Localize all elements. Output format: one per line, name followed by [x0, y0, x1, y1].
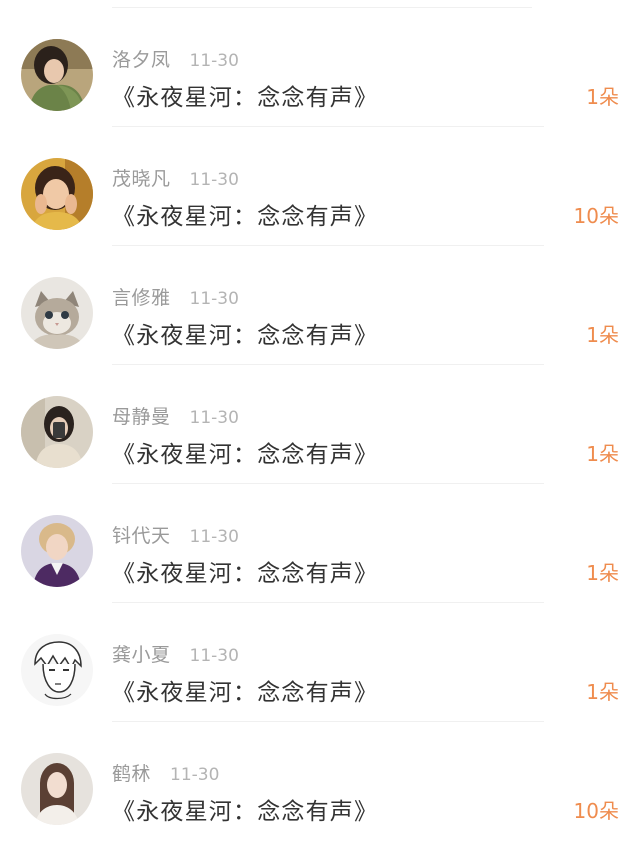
work-title[interactable]: 《永夜星河：念念有声》	[112, 316, 378, 350]
list-item[interactable]: 钭代天 11-30 《永夜星河：念念有声》 1朵	[0, 484, 640, 603]
avatar[interactable]	[21, 634, 93, 706]
list-item[interactable]: 母静曼 11-30 《永夜星河：念念有声》 1朵	[0, 365, 640, 484]
flower-count: 1朵	[586, 561, 619, 585]
work-title[interactable]: 《永夜星河：念念有声》	[112, 78, 378, 112]
timestamp: 11-30	[189, 646, 239, 666]
item-meta: 母静曼 11-30	[112, 402, 239, 428]
list-item[interactable]: 言修雅 11-30 《永夜星河：念念有声》 1朵	[0, 246, 640, 365]
flower-count: 10朵	[573, 799, 619, 823]
avatar[interactable]	[21, 158, 93, 230]
user-name[interactable]: 茂晓凡	[112, 164, 171, 191]
flower-count: 1朵	[586, 85, 619, 109]
work-title[interactable]: 《永夜星河：念念有声》	[112, 435, 378, 469]
timestamp: 11-30	[170, 765, 220, 785]
timestamp: 11-30	[189, 289, 239, 309]
avatar-woman-long-hair-icon	[21, 753, 93, 825]
work-title[interactable]: 《永夜星河：念念有声》	[112, 197, 378, 231]
timestamp: 11-30	[189, 51, 239, 71]
user-name[interactable]: 钭代天	[112, 521, 171, 548]
avatar-woman-yellow-top-icon	[21, 158, 93, 230]
avatar[interactable]	[21, 753, 93, 825]
work-title[interactable]: 《永夜星河：念念有声》	[112, 554, 378, 588]
work-title[interactable]: 《永夜星河：念念有声》	[112, 673, 378, 707]
item-meta: 言修雅 11-30	[112, 283, 239, 309]
user-name[interactable]: 龚小夏	[112, 640, 171, 667]
timestamp: 11-30	[189, 408, 239, 428]
avatar[interactable]	[21, 515, 93, 587]
user-name[interactable]: 言修雅	[112, 283, 171, 310]
item-meta: 洛夕凤 11-30	[112, 45, 239, 71]
item-meta: 鹤秫 11-30	[112, 759, 219, 785]
user-name[interactable]: 鹤秫	[112, 759, 151, 786]
item-meta: 龚小夏 11-30	[112, 640, 239, 666]
avatar[interactable]	[21, 39, 93, 111]
flower-count: 1朵	[586, 680, 619, 704]
user-name[interactable]: 洛夕凤	[112, 45, 171, 72]
avatar[interactable]	[21, 396, 93, 468]
avatar-blond-man-icon	[21, 515, 93, 587]
avatar-woman-green-dress-icon	[21, 39, 93, 111]
user-name[interactable]: 母静曼	[112, 402, 171, 429]
timestamp: 11-30	[189, 527, 239, 547]
work-title[interactable]: 《永夜星河：念念有声》	[112, 792, 378, 826]
flower-count: 1朵	[586, 442, 619, 466]
item-meta: 钭代天 11-30	[112, 521, 239, 547]
list-item[interactable]: 洛夕凤 11-30 《永夜星河：念念有声》 1朵	[0, 8, 640, 127]
avatar-girl-selfie-icon	[21, 396, 93, 468]
avatar-kitten-icon	[21, 277, 93, 349]
timestamp: 11-30	[189, 170, 239, 190]
flower-count: 10朵	[573, 204, 619, 228]
list-item[interactable]: 茂晓凡 11-30 《永夜星河：念念有声》 10朵	[0, 127, 640, 246]
avatar-manga-sketch-icon	[21, 634, 93, 706]
avatar[interactable]	[21, 277, 93, 349]
list-item[interactable]: 龚小夏 11-30 《永夜星河：念念有声》 1朵	[0, 603, 640, 722]
flower-count: 1朵	[586, 323, 619, 347]
item-meta: 茂晓凡 11-30	[112, 164, 239, 190]
list-item[interactable]: 鹤秫 11-30 《永夜星河：念念有声》 10朵	[0, 722, 640, 841]
